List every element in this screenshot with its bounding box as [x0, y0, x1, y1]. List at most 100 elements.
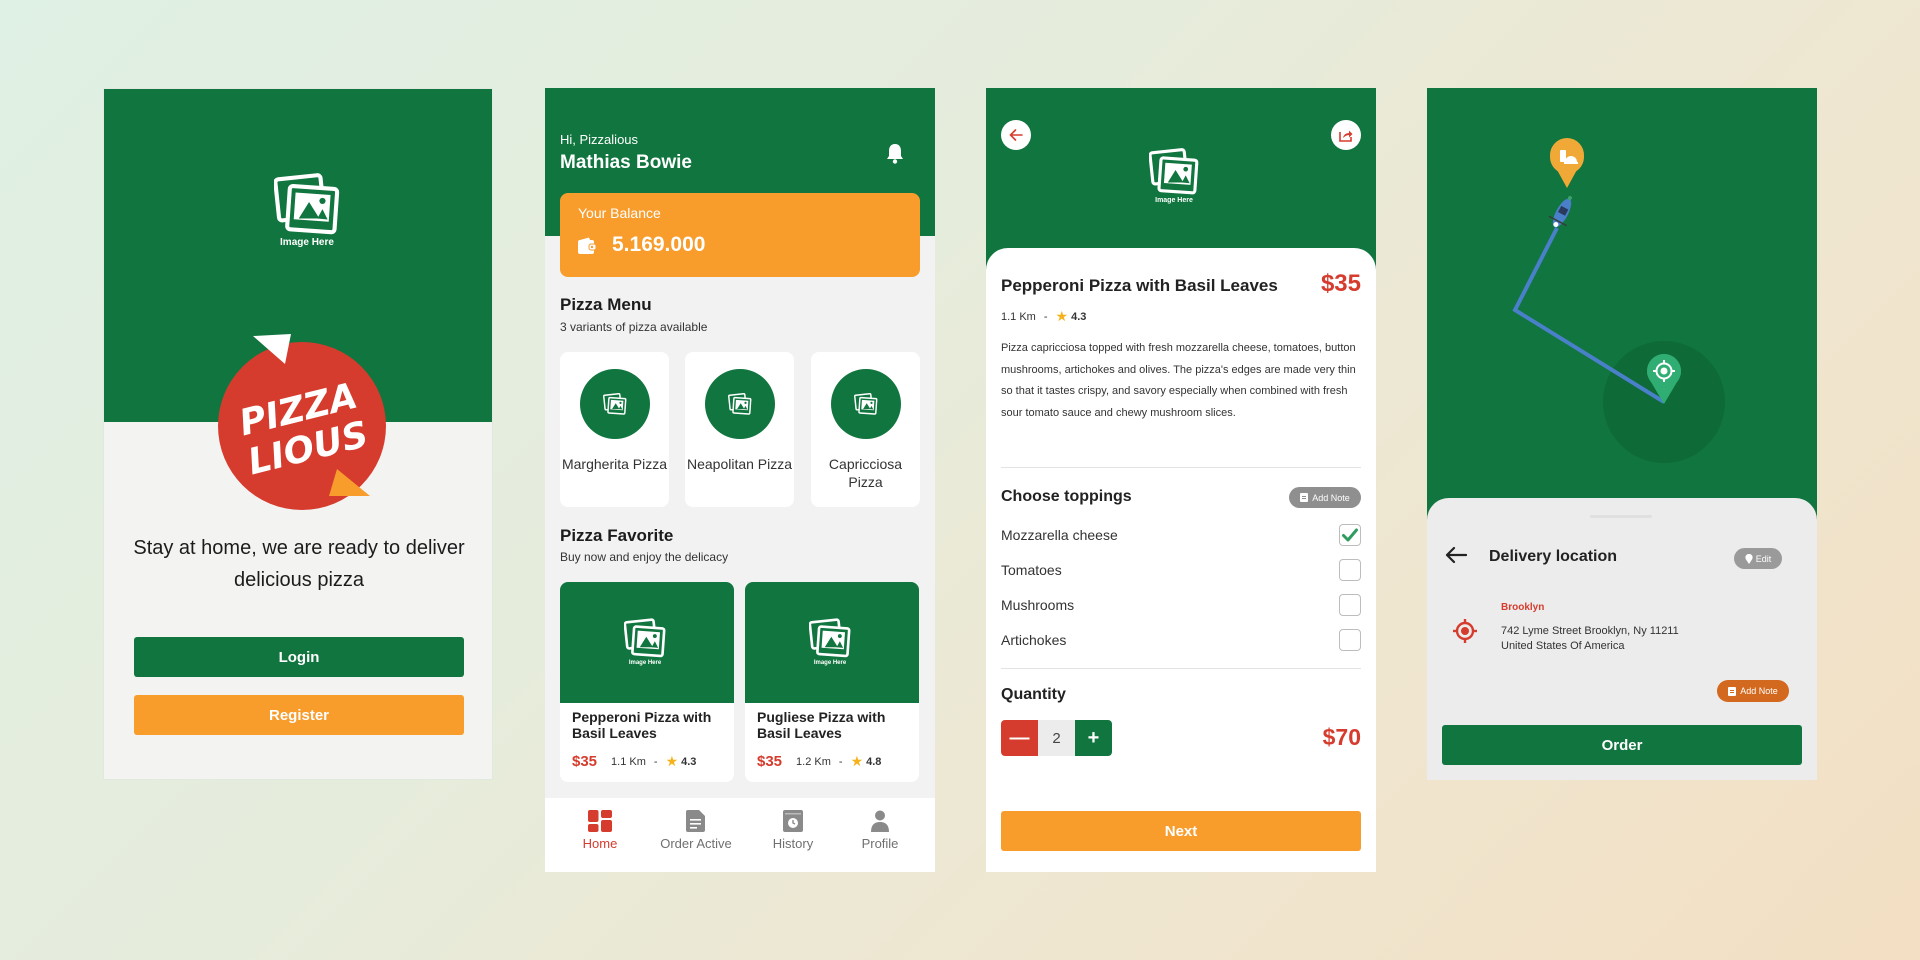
menu-card-neapolitan[interactable]: Neapolitan Pizza: [685, 352, 794, 507]
nav-label: Order Active: [660, 836, 732, 851]
nav-label: Home: [582, 836, 618, 851]
topping-checkbox[interactable]: [1339, 629, 1361, 651]
topping-checkbox[interactable]: [1339, 559, 1361, 581]
quantity-stepper: — 2 +: [1001, 720, 1112, 756]
arrow-left-icon[interactable]: [1445, 546, 1467, 564]
image-placeholder-label: Image Here: [813, 660, 847, 666]
nav-item-home[interactable]: Home: [555, 810, 645, 851]
quantity-label: Quantity: [1001, 686, 1066, 703]
user-name: Mathias Bowie: [560, 152, 692, 173]
pizza-favorite-title: Pizza Favorite: [560, 526, 674, 545]
favorite-rating: 4.3: [681, 755, 697, 768]
favorite-rating: 4.8: [866, 755, 882, 768]
total-price: $70: [1322, 724, 1361, 750]
add-note-button[interactable]: Add Note: [1289, 487, 1361, 508]
star-icon: ★: [850, 753, 864, 769]
image-placeholder-icon: [809, 618, 851, 658]
favorite-card[interactable]: Image Here Pepperoni Pizza with Basil Le…: [560, 582, 734, 782]
topping-checkbox-checked[interactable]: [1339, 524, 1361, 546]
nav-item-history[interactable]: History: [748, 810, 838, 851]
edit-location-button[interactable]: Edit: [1734, 548, 1782, 569]
image-placeholder-icon: [624, 618, 666, 658]
pizza-menu-subtitle: 3 variants of pizza available: [560, 320, 708, 334]
image-placeholder: Image Here: [274, 173, 340, 248]
menu-card-margherita[interactable]: Margherita Pizza: [560, 352, 669, 507]
register-button[interactable]: Register: [134, 695, 464, 735]
pizza-description: Pizza capricciosa topped with fresh mozz…: [1001, 342, 1356, 420]
topping-artichokes[interactable]: Artichokes: [1001, 628, 1361, 652]
sheet-drag-handle[interactable]: [1590, 515, 1652, 518]
add-note-label: Add Note: [1740, 686, 1778, 696]
arrow-left-icon: [1009, 129, 1023, 141]
edit-label: Edit: [1755, 553, 1772, 564]
balance-card[interactable]: Your Balance 5.169.000: [560, 193, 920, 277]
home-screen: Hi, Pizzalious Mathias Bowie Your Balanc…: [545, 88, 935, 872]
pizza-title: Pepperoni Pizza with Basil Leaves: [1001, 276, 1278, 295]
order-button[interactable]: Order: [1442, 725, 1802, 765]
favorite-meta: $35 1.2 Km - ★ 4.8: [757, 753, 881, 770]
image-placeholder-label: Image Here: [1155, 197, 1193, 204]
next-button[interactable]: Next: [1001, 811, 1361, 851]
decrease-quantity-button[interactable]: —: [1001, 720, 1038, 756]
delivery-address: 742 Lyme Street Brooklyn, Ny 11211 Unite…: [1501, 624, 1679, 654]
history-book-icon: [783, 810, 803, 832]
nav-item-profile[interactable]: Profile: [835, 810, 925, 851]
increase-quantity-button[interactable]: +: [1075, 720, 1112, 756]
nav-item-order-active[interactable]: Order Active: [651, 810, 741, 851]
favorite-name: Pepperoni Pizza with Basil Leaves: [572, 709, 712, 741]
user-icon: [871, 810, 889, 832]
location-pin-icon: [1745, 553, 1753, 564]
star-icon: ★: [665, 753, 679, 769]
topping-name: Artichokes: [1001, 632, 1067, 648]
pizza-rating: 4.3: [1071, 310, 1087, 323]
pizza-meta: 1.1 Km - ★ 4.3: [1001, 308, 1086, 325]
pizzalious-logo: PIZZA LIOUS: [218, 334, 386, 510]
favorite-image: Image Here: [560, 582, 734, 703]
note-icon: [1728, 686, 1737, 696]
meta-separator: -: [653, 755, 658, 768]
image-placeholder-icon: [274, 173, 340, 235]
pizza-price: $35: [1320, 270, 1361, 297]
star-icon: ★: [1055, 308, 1069, 324]
menu-item-name: Margherita Pizza: [561, 456, 668, 472]
topping-name: Tomatoes: [1001, 562, 1062, 578]
splash-tagline: Stay at home, we are ready to deliver de…: [133, 537, 465, 591]
quantity-value: 2: [1038, 720, 1075, 756]
favorite-meta: $35 1.1 Km - ★ 4.3: [572, 753, 696, 770]
back-button[interactable]: [1001, 120, 1031, 150]
topping-checkbox[interactable]: [1339, 594, 1361, 616]
topping-tomatoes[interactable]: Tomatoes: [1001, 558, 1361, 582]
document-icon: [686, 810, 705, 832]
divider: [1001, 668, 1361, 669]
bottom-navigation: Home Order Active History Profile: [545, 798, 935, 872]
meta-separator: -: [1043, 310, 1048, 323]
share-button[interactable]: [1331, 120, 1361, 150]
image-placeholder: Image Here: [809, 618, 851, 666]
menu-image: [831, 369, 901, 439]
delivery-screen: Delivery location Edit Brooklyn 742 Lyme…: [1427, 88, 1817, 780]
notification-bell-icon[interactable]: [885, 142, 905, 164]
address-line-2: United States Of America: [1501, 640, 1625, 652]
location-target-icon: [1453, 619, 1477, 643]
grid-icon: [588, 810, 612, 832]
splash-screen: Image Here PIZZA LIOUS Stay at home, we …: [103, 88, 493, 780]
topping-name: Mushrooms: [1001, 597, 1075, 613]
topping-mushrooms[interactable]: Mushrooms: [1001, 593, 1361, 617]
favorite-name: Pugliese Pizza with Basil Leaves: [757, 709, 886, 741]
detail-sheet: Pepperoni Pizza with Basil Leaves $35 1.…: [986, 248, 1376, 872]
login-button[interactable]: Login: [134, 637, 464, 677]
add-note-label: Add Note: [1312, 492, 1350, 503]
topping-mozzarella[interactable]: Mozzarella cheese: [1001, 523, 1361, 547]
menu-image: [580, 369, 650, 439]
menu-card-capricciosa[interactable]: Capricciosa Pizza: [811, 352, 920, 507]
balance-label: Your Balance: [578, 205, 661, 221]
add-note-button[interactable]: Add Note: [1717, 680, 1789, 702]
favorite-card[interactable]: Image Here Pugliese Pizza with Basil Lea…: [745, 582, 919, 782]
image-placeholder-label: Image Here: [280, 237, 334, 248]
image-placeholder: Image Here: [624, 618, 666, 666]
pizza-distance: 1.1 Km: [1001, 310, 1036, 323]
wallet-icon: [578, 237, 597, 254]
delivery-map[interactable]: [1427, 88, 1817, 508]
image-placeholder: [854, 393, 878, 415]
image-placeholder: Image Here: [1149, 148, 1199, 204]
